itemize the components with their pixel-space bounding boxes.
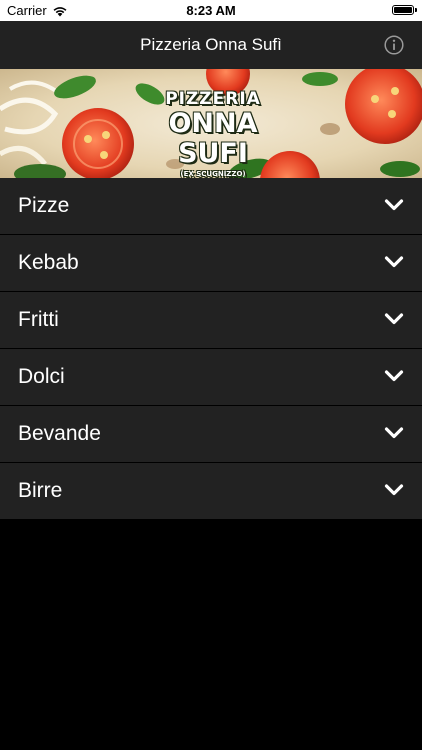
category-list: Pizze Kebab Fritti Dolci Bevande Birre <box>0 178 422 520</box>
info-circle-icon[interactable] <box>384 35 404 55</box>
banner-logo-line1: PIZZERIA <box>165 89 261 109</box>
status-bar: Carrier 8:23 AM <box>0 0 422 21</box>
category-label: Kebab <box>18 251 79 274</box>
banner-logo-line3: (EX SCUGNIZZO) <box>180 170 246 178</box>
chevron-down-icon[interactable] <box>384 426 404 440</box>
category-label: Pizze <box>18 194 70 217</box>
category-row-fritti[interactable]: Fritti <box>0 292 422 349</box>
category-row-birre[interactable]: Birre <box>0 463 422 520</box>
chevron-down-icon[interactable] <box>384 312 404 326</box>
category-row-pizze[interactable]: Pizze <box>0 178 422 235</box>
navigation-bar: Pizzeria Onna Sufì <box>0 21 422 69</box>
banner-logo: PIZZERIA ONNA SUFI (EX SCUGNIZZO) <box>132 89 294 178</box>
banner-logo-line2: ONNA SUFI <box>168 108 258 169</box>
category-label: Dolci <box>18 365 65 388</box>
category-label: Fritti <box>18 308 59 331</box>
chevron-down-icon[interactable] <box>384 369 404 383</box>
chevron-down-icon[interactable] <box>384 483 404 497</box>
chevron-down-icon[interactable] <box>384 198 404 212</box>
category-row-kebab[interactable]: Kebab <box>0 235 422 292</box>
chevron-down-icon[interactable] <box>384 255 404 269</box>
app-screen: Carrier 8:23 AM Pizzeria Onna Sufì PIZZE… <box>0 0 422 750</box>
header-banner: PIZZERIA ONNA SUFI (EX SCUGNIZZO) <box>0 69 422 178</box>
battery-tip <box>415 8 417 12</box>
category-row-dolci[interactable]: Dolci <box>0 349 422 406</box>
battery-fill <box>394 7 412 13</box>
status-time: 8:23 AM <box>186 3 236 18</box>
nav-title: Pizzeria Onna Sufì <box>140 35 282 54</box>
battery-icon <box>392 5 414 15</box>
category-label: Bevande <box>18 422 101 445</box>
category-label: Birre <box>18 479 63 502</box>
category-row-bevande[interactable]: Bevande <box>0 406 422 463</box>
